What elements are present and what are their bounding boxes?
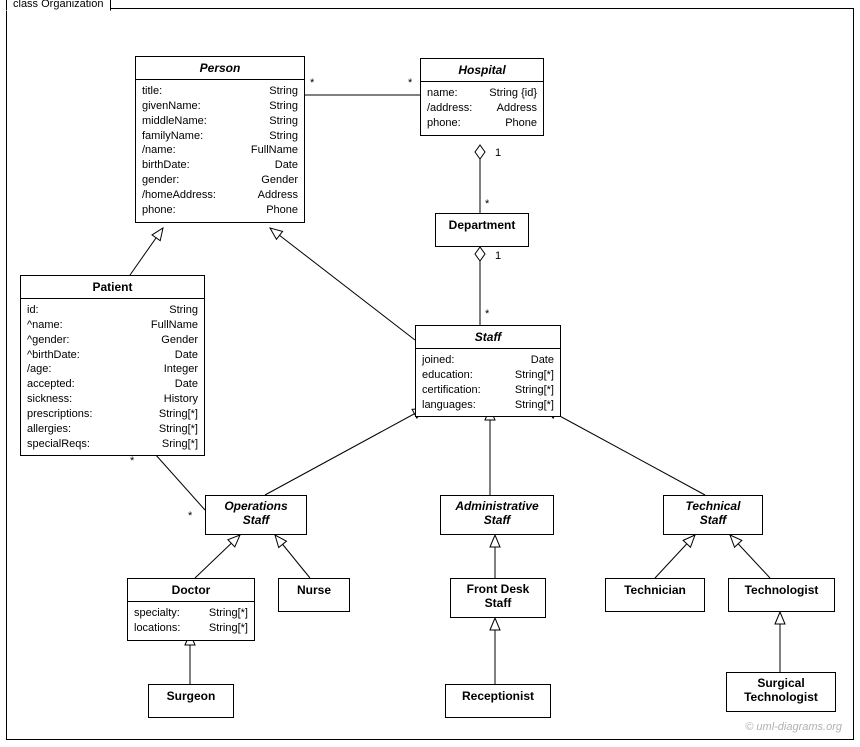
class-hospital: Hospital name:String {id}/address:Addres… [420,58,544,136]
attr-row: /address:Address [427,101,537,116]
attr-row: /name:FullName [142,143,298,158]
class-administrative-staff-title: Administrative Staff [441,496,553,532]
attr-row: education:String[*] [422,368,554,383]
mult-patient-ops-left: * [130,455,134,467]
class-surgeon-title: Surgeon [149,685,233,707]
class-patient-title: Patient [21,276,204,299]
class-surgical-technologist-title: Surgical Technologist [727,673,835,709]
class-nurse-title: Nurse [279,579,349,601]
mult-person-hospital-left: * [310,77,314,89]
attr-row: familyName:String [142,129,298,144]
mult-person-hospital-right: * [408,77,412,89]
attr-row: /age:Integer [27,362,198,377]
class-surgical-technologist: Surgical Technologist [726,672,836,712]
class-administrative-staff: Administrative Staff [440,495,554,535]
attr-row: specialty:String[*] [134,606,248,621]
class-surgeon: Surgeon [148,684,234,718]
class-doctor-title: Doctor [128,579,254,602]
attr-row: sickness:History [27,392,198,407]
class-nurse: Nurse [278,578,350,612]
mult-hospital-dept-1: 1 [495,147,501,159]
attr-row: joined:Date [422,353,554,368]
attr-row: title:String [142,84,298,99]
class-staff-title: Staff [416,326,560,349]
class-department-title: Department [436,214,528,236]
attr-row: /homeAddress:Address [142,188,298,203]
class-person: Person title:StringgivenName:Stringmiddl… [135,56,305,223]
attr-row: phone:Phone [427,116,537,131]
class-staff: Staff joined:Dateeducation:String[*]cert… [415,325,561,417]
attr-row: name:String {id} [427,86,537,101]
mult-patient-ops-right: * [188,510,192,522]
mult-dept-staff-1: 1 [495,250,501,262]
class-front-desk-staff: Front Desk Staff [450,578,546,618]
attr-row: phone:Phone [142,203,298,218]
attr-row: allergies:String[*] [27,422,198,437]
class-technician-title: Technician [606,579,704,601]
attr-row: certification:String[*] [422,383,554,398]
attr-row: accepted:Date [27,377,198,392]
attr-row: id:String [27,303,198,318]
class-person-title: Person [136,57,304,80]
class-hospital-title: Hospital [421,59,543,82]
class-technologist-title: Technologist [729,579,834,601]
mult-dept-staff-star: * [485,308,489,320]
class-technologist: Technologist [728,578,835,612]
class-patient: Patient id:String^name:FullName^gender:G… [20,275,205,456]
class-receptionist: Receptionist [445,684,551,718]
attr-row: gender:Gender [142,173,298,188]
attr-row: birthDate:Date [142,158,298,173]
class-patient-attrs: id:String^name:FullName^gender:Gender^bi… [21,299,204,455]
attr-row: prescriptions:String[*] [27,407,198,422]
watermark: © uml-diagrams.org [745,721,842,733]
class-technician: Technician [605,578,705,612]
attr-row: locations:String[*] [134,621,248,636]
attr-row: ^gender:Gender [27,333,198,348]
class-operations-staff-title: Operations Staff [206,496,306,532]
frame-title-text: class Organization [13,0,104,10]
attr-row: specialReqs:Sring[*] [27,437,198,452]
attr-row: languages:String[*] [422,398,554,413]
attr-row: ^birthDate:Date [27,348,198,363]
frame-title: class Organization [6,0,111,11]
class-front-desk-staff-title: Front Desk Staff [451,579,545,615]
class-technical-staff-title: Technical Staff [664,496,762,532]
class-doctor-attrs: specialty:String[*]locations:String[*] [128,602,254,640]
class-receptionist-title: Receptionist [446,685,550,707]
attr-row: ^name:FullName [27,318,198,333]
attr-row: middleName:String [142,114,298,129]
mult-hospital-dept-star: * [485,198,489,210]
class-department: Department [435,213,529,247]
attr-row: givenName:String [142,99,298,114]
class-technical-staff: Technical Staff [663,495,763,535]
class-staff-attrs: joined:Dateeducation:String[*]certificat… [416,349,560,416]
class-operations-staff: Operations Staff [205,495,307,535]
class-hospital-attrs: name:String {id}/address:Addressphone:Ph… [421,82,543,135]
class-doctor: Doctor specialty:String[*]locations:Stri… [127,578,255,641]
class-person-attrs: title:StringgivenName:StringmiddleName:S… [136,80,304,222]
